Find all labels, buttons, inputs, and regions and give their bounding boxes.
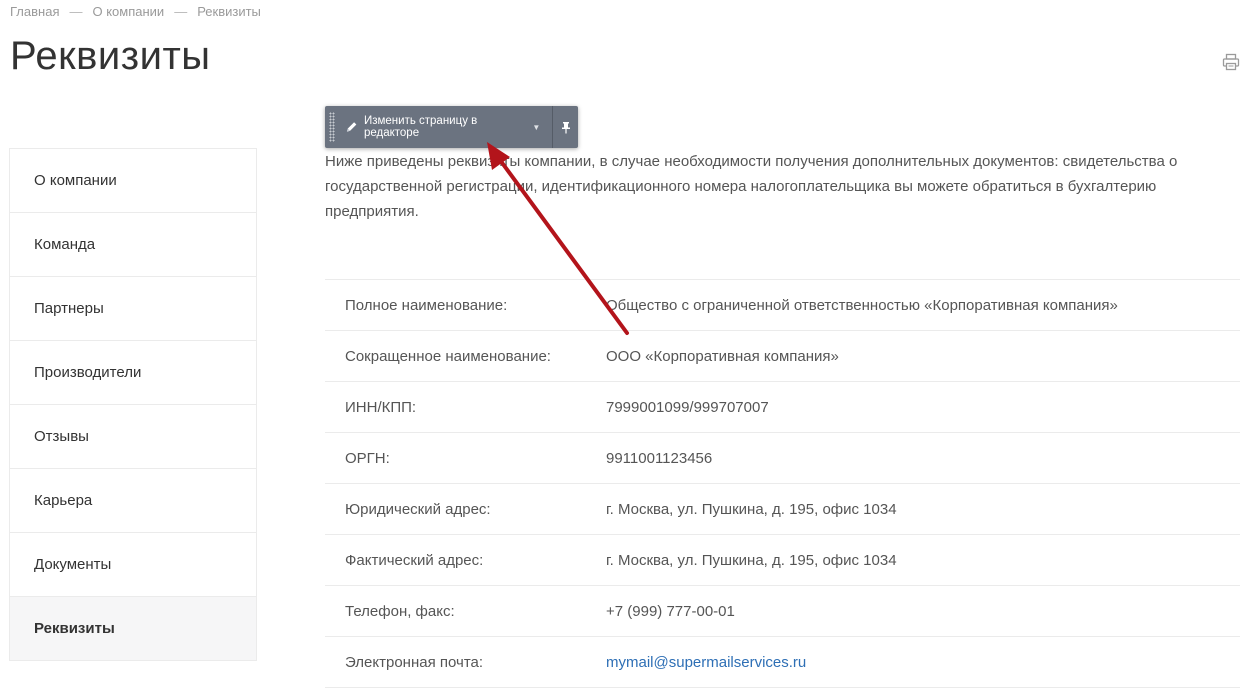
table-row: ИНН/КПП: 7999001099/999707007 [325, 381, 1240, 433]
sidebar-item-team[interactable]: Команда [10, 213, 256, 277]
sidebar-item-reviews[interactable]: Отзывы [10, 405, 256, 469]
table-row: Электронная почта: mymail@supermailservic… [325, 636, 1240, 688]
table-row: Телефон, факс: +7 (999) 777-00-01 [325, 585, 1240, 637]
sidebar-item-about[interactable]: О компании [10, 149, 256, 213]
sidebar-item-manufacturers[interactable]: Производители [10, 341, 256, 405]
sidebar-item-requisites[interactable]: Реквизиты [10, 597, 256, 661]
table-row: Полное наименование: Общество с ограничен… [325, 279, 1240, 331]
table-row: ОРГН: 9911001123456 [325, 432, 1240, 484]
sidebar-item-career[interactable]: Карьера [10, 469, 256, 533]
chevron-down-icon: ▼ [532, 122, 541, 132]
sidebar-nav: О компании Команда Партнеры Производител… [9, 148, 257, 661]
page-title: Реквизиты [10, 34, 211, 78]
row-label: Юридический адрес: [325, 483, 606, 535]
edit-page-button[interactable]: Изменить страницу в редакторе ▼ [335, 106, 549, 148]
row-label: ИНН/КПП: [325, 381, 606, 433]
breadcrumb-home-link[interactable]: Главная [10, 4, 59, 19]
intro-text: Ниже приведены реквизиты компании, в слу… [325, 153, 1178, 220]
email-link[interactable]: mymail@supermailservices.ru [606, 654, 806, 671]
row-value: 9911001123456 [606, 432, 1240, 484]
row-label: ОРГН: [325, 432, 606, 484]
editor-toolbar: Изменить страницу в редакторе ▼ [325, 106, 578, 148]
sidebar-item-partners[interactable]: Партнеры [10, 277, 256, 341]
row-label: Фактический адрес: [325, 534, 606, 586]
row-label: Сокращенное наименование: [325, 330, 606, 382]
row-value: Общество с ограниченной ответственностью… [606, 279, 1240, 331]
requisites-table: Полное наименование: Общество с ограничен… [325, 279, 1240, 688]
table-row: Сокращенное наименование: ООО «Корпоратив… [325, 330, 1240, 382]
row-label: Полное наименование: [325, 279, 606, 331]
row-label: Телефон, факс: [325, 585, 606, 637]
edit-page-label: Изменить страницу в редакторе [363, 115, 478, 139]
pin-icon [561, 121, 570, 133]
print-icon[interactable] [1222, 53, 1240, 71]
table-row: Фактический адрес: г. Москва, ул. Пушкина… [325, 534, 1240, 586]
pin-button[interactable] [553, 106, 578, 148]
breadcrumb-company-link[interactable]: О компании [92, 4, 164, 19]
row-value: г. Москва, ул. Пушкина, д. 195, офис 103… [606, 534, 1240, 586]
row-value: 7999001099/999707007 [606, 381, 1240, 433]
row-value: ООО «Корпоративная компания» [606, 330, 1240, 382]
row-label: Электронная почта: [325, 636, 606, 688]
row-value: г. Москва, ул. Пушкина, д. 195, офис 103… [606, 483, 1240, 535]
breadcrumb: Главная — О компании — Реквизиты [10, 4, 261, 19]
pencil-icon [346, 122, 357, 132]
sidebar-item-documents[interactable]: Документы [10, 533, 256, 597]
breadcrumb-separator: — [69, 4, 83, 19]
breadcrumb-current: Реквизиты [197, 4, 261, 19]
breadcrumb-separator: — [174, 4, 188, 19]
table-row: Юридический адрес: г. Москва, ул. Пушкина… [325, 483, 1240, 535]
row-value: +7 (999) 777-00-01 [606, 585, 1240, 637]
